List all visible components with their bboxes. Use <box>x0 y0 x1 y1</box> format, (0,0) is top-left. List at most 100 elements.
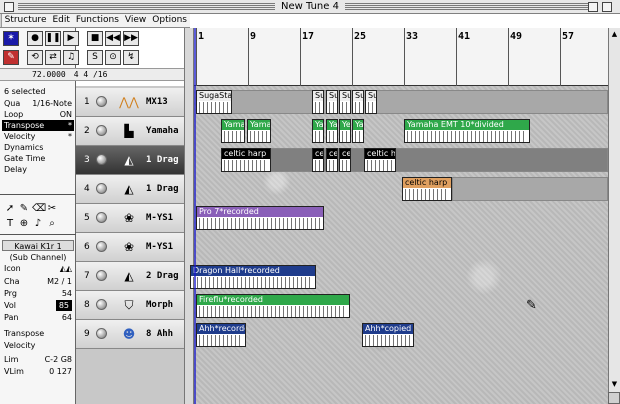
instrument-velocity[interactable]: Velocity <box>2 340 74 351</box>
zoom-tool-icon[interactable]: ⌕ <box>46 218 58 230</box>
record-enable-icon[interactable] <box>96 299 107 310</box>
track-row[interactable]: 4 ◭ 1 Drag <box>76 175 188 204</box>
play-button[interactable]: ▶ <box>63 31 79 46</box>
record-button[interactable]: ● <box>27 31 43 46</box>
midi-region[interactable]: Ya <box>326 119 338 143</box>
punch-icon[interactable]: ⇄ <box>45 50 61 65</box>
param-delay[interactable]: Delay <box>2 164 74 175</box>
vertical-scrollbar[interactable]: ▲ ▼ <box>608 28 620 404</box>
mute-tool-icon[interactable]: ♪ <box>32 218 44 230</box>
track-row[interactable]: 9 ☻ 8 Ahh <box>76 320 188 349</box>
param-qua[interactable]: Qua 1/16-Note <box>2 98 74 109</box>
instrument-icon-row[interactable]: Icon ◭◭ <box>2 263 74 274</box>
record-enable-icon[interactable] <box>96 154 107 165</box>
menu-edit[interactable]: Edit <box>49 14 72 27</box>
param-velocity[interactable]: Velocity * <box>2 131 74 142</box>
midi-region[interactable]: Pro 7*recorded <box>196 206 324 230</box>
midi-region[interactable]: Su <box>312 90 324 114</box>
track-row[interactable]: 5 ❀ M-YS1 <box>76 204 188 233</box>
instrument-volume[interactable]: Vol 85 <box>2 300 74 311</box>
instrument-pan[interactable]: Pan 64 <box>2 312 74 323</box>
track-row[interactable]: 1 ⋀⋀ MX13 <box>76 88 188 117</box>
text-tool-icon[interactable]: T <box>4 218 16 230</box>
midi-region[interactable]: ce <box>312 148 324 172</box>
midi-region[interactable]: celtic h <box>364 148 396 172</box>
menu-view[interactable]: View <box>122 14 149 27</box>
solo-icon[interactable]: ⊙ <box>105 50 121 65</box>
pointer-tool-icon[interactable]: ➚ <box>4 203 16 215</box>
param-gate-time[interactable]: Gate Time <box>2 153 74 164</box>
record-enable-icon[interactable] <box>96 125 107 136</box>
track-lane <box>221 148 608 172</box>
eraser-tool-icon[interactable]: ⌫ <box>32 203 46 215</box>
resize-handle[interactable] <box>608 392 620 404</box>
title-bar[interactable]: New Tune 4 <box>0 0 620 14</box>
link-icon[interactable]: ✎ <box>3 50 19 65</box>
param-dynamics[interactable]: Dynamics <box>2 142 74 153</box>
instrument-channel[interactable]: Cha M2 / 1 <box>2 276 74 287</box>
track-row[interactable]: 2 ▙ Yamaha <box>76 117 188 146</box>
track-row[interactable]: 3 ◭ 1 Drag <box>76 146 188 175</box>
track-row[interactable]: 7 ◭ 2 Drag <box>76 262 188 291</box>
record-enable-icon[interactable] <box>96 270 107 281</box>
record-enable-icon[interactable] <box>96 96 107 107</box>
midi-region[interactable]: Su <box>352 90 364 114</box>
midi-region[interactable]: SugaStak <box>196 90 232 114</box>
instrument-vlimit[interactable]: VLim 0 127 <box>2 366 74 377</box>
midi-region[interactable]: Yama <box>247 119 271 143</box>
scissors-tool-icon[interactable]: ✂ <box>46 203 58 215</box>
record-enable-icon[interactable] <box>96 183 107 194</box>
track-row[interactable]: 8 ⛉ Morph <box>76 291 188 320</box>
stop-button[interactable]: ■ <box>87 31 103 46</box>
instrument-program[interactable]: Prg 54 <box>2 288 74 299</box>
midi-region[interactable]: Fireflu*recorded <box>196 294 350 318</box>
midi-region[interactable]: ce <box>326 148 338 172</box>
menu-options[interactable]: Options <box>149 14 190 27</box>
cycle-icon[interactable]: ⟲ <box>27 50 43 65</box>
midi-region[interactable]: celtic harp <box>221 148 271 172</box>
param-transpose[interactable]: Transpose * <box>2 120 74 131</box>
menu-functions[interactable]: Functions <box>73 14 122 27</box>
midi-region[interactable]: Ye <box>339 119 351 143</box>
midi-region[interactable]: Yama <box>221 119 245 143</box>
glue-tool-icon[interactable]: ⊕ <box>18 218 30 230</box>
zoom-box[interactable] <box>588 2 598 12</box>
bar-number: 1 <box>198 31 205 42</box>
instrument-transpose[interactable]: Transpose <box>2 328 74 339</box>
midi-region[interactable]: ce <box>339 148 351 172</box>
collapse-box[interactable] <box>602 2 612 12</box>
track-row[interactable]: 6 ❀ M-YS1 <box>76 233 188 262</box>
midi-region[interactable]: Ahh*copied <box>362 323 414 347</box>
midi-region[interactable]: Su <box>326 90 338 114</box>
metronome-icon[interactable]: ♫ <box>63 50 79 65</box>
midi-region[interactable]: Ya <box>352 119 364 143</box>
midi-region[interactable]: Ahh*recorde <box>196 323 246 347</box>
record-enable-icon[interactable] <box>96 212 107 223</box>
pause-button[interactable]: ❚❚ <box>45 31 61 46</box>
runner-icon[interactable]: ✶ <box>3 31 19 46</box>
midi-region[interactable]: celtic harp <box>402 177 452 201</box>
tempo-display[interactable]: 72.0000 4 4 /16 <box>0 68 184 81</box>
splitter-handle[interactable] <box>184 28 194 404</box>
midi-region[interactable]: Su <box>365 90 377 114</box>
instrument-limit[interactable]: Lim C-2 G8 <box>2 354 74 365</box>
scroll-down-icon[interactable]: ▼ <box>610 380 619 389</box>
arrange-area[interactable]: SugaStak Su Su Su Su Su Yama Yama Ya Ya … <box>190 86 608 404</box>
sync-icon[interactable]: S <box>87 50 103 65</box>
instrument-name[interactable]: Kawai K1r 1 <box>2 240 74 251</box>
midi-region[interactable]: Dragon Hall*recorded <box>190 265 316 289</box>
scroll-up-icon[interactable]: ▲ <box>610 30 619 39</box>
menu-structure[interactable]: Structure <box>2 14 50 27</box>
param-loop[interactable]: Loop ON <box>2 109 74 120</box>
bar-ruler[interactable]: 1 9 17 25 33 41 49 57 <box>194 28 608 86</box>
midi-region[interactable]: Su <box>339 90 351 114</box>
pencil-tool-icon[interactable]: ✎ <box>18 203 30 215</box>
song-position-line[interactable] <box>194 28 196 404</box>
record-enable-icon[interactable] <box>96 241 107 252</box>
rewind-button[interactable]: ◀◀ <box>105 31 121 46</box>
midi-region[interactable]: Ya <box>312 119 324 143</box>
record-enable-icon[interactable] <box>96 328 107 339</box>
forward-button[interactable]: ▶▶ <box>123 31 139 46</box>
midi-region[interactable]: Yamaha EMT 10*divided <box>404 119 530 143</box>
replace-icon[interactable]: ↯ <box>123 50 139 65</box>
